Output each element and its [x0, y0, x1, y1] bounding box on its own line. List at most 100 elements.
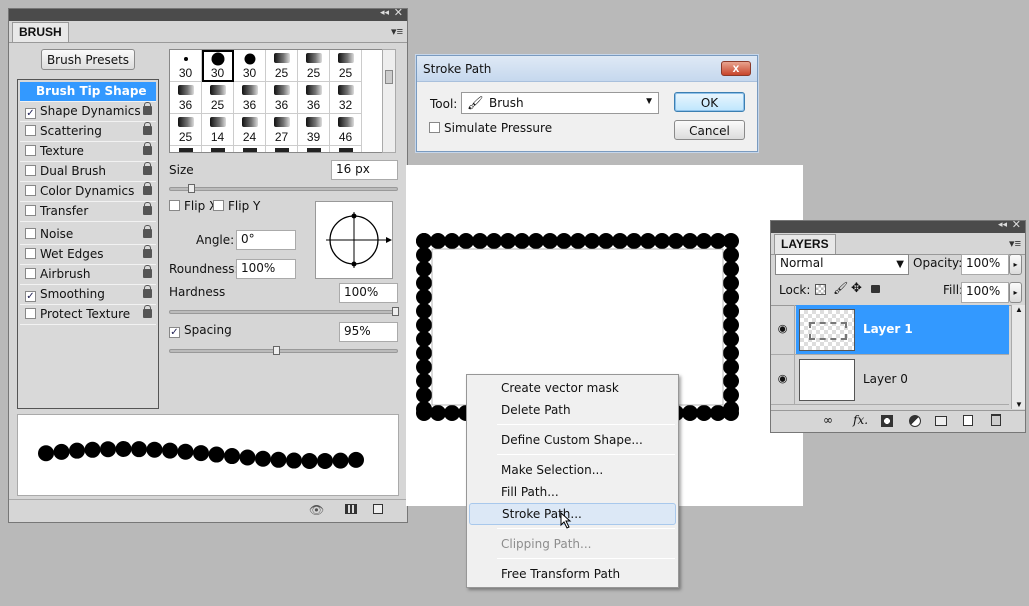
add-mask-icon[interactable]: [881, 415, 893, 427]
panel-menu-icon[interactable]: ▾≡: [391, 25, 403, 38]
collapse-icon[interactable]: ◂◂: [380, 7, 389, 18]
checkbox[interactable]: [25, 205, 36, 216]
brush-option-smoothing[interactable]: ✓ Smoothing: [20, 285, 156, 305]
brush-option-brush-tip-shape[interactable]: Brush Tip Shape: [20, 82, 156, 102]
checkbox[interactable]: [25, 165, 36, 176]
lock-icon[interactable]: [143, 225, 152, 238]
lock-icon[interactable]: [143, 245, 152, 258]
spacing-slider[interactable]: [169, 346, 398, 355]
brush-option-scattering[interactable]: Scattering: [20, 122, 156, 142]
layer-row[interactable]: ◉ Layer 1: [771, 305, 1009, 355]
brush-tip[interactable]: 30: [234, 50, 266, 82]
brush-option-noise[interactable]: Noise: [20, 225, 156, 245]
brush-option-protect-texture[interactable]: Protect Texture: [20, 305, 156, 325]
grid-icon[interactable]: [345, 504, 357, 514]
hardness-field[interactable]: 100%: [339, 283, 398, 303]
layers-scrollbar[interactable]: ▲ ▼: [1011, 305, 1025, 409]
checkbox[interactable]: ✓: [25, 108, 36, 119]
menu-item-free-transform-path[interactable]: Free Transform Path: [469, 563, 676, 585]
checkbox[interactable]: [25, 145, 36, 156]
size-slider-thumb[interactable]: [188, 184, 195, 193]
blend-mode-select[interactable]: Normal ▼: [775, 254, 909, 275]
opacity-field[interactable]: 100%: [961, 254, 1009, 275]
brush-option-color-dynamics[interactable]: Color Dynamics: [20, 182, 156, 202]
brush-presets-button[interactable]: Brush Presets: [41, 49, 135, 70]
brush-tip[interactable]: [266, 146, 298, 152]
size-field[interactable]: 16 px: [331, 160, 398, 180]
brush-option-airbrush[interactable]: Airbrush: [20, 265, 156, 285]
lock-icon[interactable]: [143, 305, 152, 318]
brush-tip[interactable]: [298, 146, 330, 152]
angle-roundness-preview[interactable]: [315, 201, 393, 279]
layers-tab[interactable]: LAYERS: [774, 234, 836, 254]
brush-option-wet-edges[interactable]: Wet Edges: [20, 245, 156, 265]
delete-layer-icon[interactable]: [991, 414, 1001, 426]
brush-tip[interactable]: 24: [234, 114, 266, 146]
checkbox[interactable]: [25, 248, 36, 259]
brush-tip[interactable]: [234, 146, 266, 152]
brush-tip[interactable]: 25: [330, 50, 362, 82]
layer-name[interactable]: Layer 1: [863, 322, 913, 336]
brush-tip[interactable]: 25: [202, 82, 234, 114]
lock-icon[interactable]: [143, 162, 152, 175]
lock-transparent-icon[interactable]: [815, 284, 826, 295]
brush-tip[interactable]: [170, 146, 202, 152]
brush-tip[interactable]: 27: [266, 114, 298, 146]
brush-tip[interactable]: 36: [266, 82, 298, 114]
new-brush-icon[interactable]: [373, 504, 383, 514]
brush-tip-grid[interactable]: 30 30 30 25 25 25 36 25 36 36 36 32 25 14 24 27 39 46: [169, 49, 396, 153]
toggle-live-tip-icon[interactable]: 👁: [309, 503, 324, 517]
scroll-up-icon[interactable]: ▲: [1015, 305, 1023, 314]
brush-tip[interactable]: 36: [170, 82, 202, 114]
lock-icon[interactable]: [143, 102, 152, 115]
fill-field[interactable]: 100%: [961, 282, 1009, 303]
angle-field[interactable]: 0°: [236, 230, 296, 250]
checkbox[interactable]: [25, 185, 36, 196]
fx-icon[interactable]: fx.: [853, 413, 868, 427]
spacing-checkbox[interactable]: ✓ Spacing: [169, 323, 232, 338]
lock-icon[interactable]: [143, 285, 152, 298]
lock-position-icon[interactable]: ✥: [851, 280, 862, 296]
link-layers-icon[interactable]: ∞: [823, 413, 833, 427]
checkbox[interactable]: [25, 308, 36, 319]
lock-all-icon[interactable]: [871, 285, 880, 293]
brush-tip[interactable]: 30: [202, 50, 234, 82]
brush-tip[interactable]: [330, 146, 362, 152]
brush-tip[interactable]: 46: [330, 114, 362, 146]
checkbox[interactable]: [25, 125, 36, 136]
brush-tip[interactable]: 32: [330, 82, 362, 114]
lock-icon[interactable]: [143, 122, 152, 135]
menu-item-make-selection[interactable]: Make Selection...: [469, 459, 676, 481]
checkbox[interactable]: ✓: [25, 291, 36, 302]
menu-item-define-custom-shape[interactable]: Define Custom Shape...: [469, 429, 676, 451]
size-slider[interactable]: [169, 184, 398, 193]
brush-grid-scrollbar[interactable]: [382, 49, 396, 153]
menu-item-fill-path[interactable]: Fill Path...: [469, 481, 676, 503]
brush-tip[interactable]: 25: [170, 114, 202, 146]
roundness-field[interactable]: 100%: [236, 259, 296, 279]
flip-x-checkbox[interactable]: Flip X: [169, 199, 217, 213]
brush-option-texture[interactable]: Texture: [20, 142, 156, 162]
brush-tip[interactable]: 25: [298, 50, 330, 82]
visibility-eye-icon[interactable]: ◉: [771, 355, 795, 404]
hardness-slider-thumb[interactable]: [392, 307, 399, 316]
spacing-slider-thumb[interactable]: [273, 346, 280, 355]
brush-tab[interactable]: BRUSH: [12, 22, 69, 42]
close-icon[interactable]: ✕: [1012, 218, 1021, 231]
layer-row[interactable]: ◉ Layer 0: [771, 355, 1009, 405]
checkbox[interactable]: [25, 268, 36, 279]
lock-icon[interactable]: [143, 142, 152, 155]
lock-icon[interactable]: [143, 182, 152, 195]
checkbox[interactable]: [25, 228, 36, 239]
brush-tip[interactable]: 30: [170, 50, 202, 82]
flip-y-checkbox[interactable]: Flip Y: [213, 199, 260, 213]
adjustment-layer-icon[interactable]: [909, 415, 921, 427]
close-icon[interactable]: ✕: [394, 6, 403, 19]
menu-item-create-vector-mask[interactable]: Create vector mask: [469, 377, 676, 399]
brush-tip[interactable]: 39: [298, 114, 330, 146]
opacity-arrow-icon[interactable]: ▸: [1009, 254, 1022, 275]
cancel-button[interactable]: Cancel: [674, 120, 745, 140]
tool-select[interactable]: 🖌 Brush ▼: [461, 92, 659, 114]
dialog-close-button[interactable]: x: [721, 61, 751, 76]
brush-option-transfer[interactable]: Transfer: [20, 202, 156, 222]
